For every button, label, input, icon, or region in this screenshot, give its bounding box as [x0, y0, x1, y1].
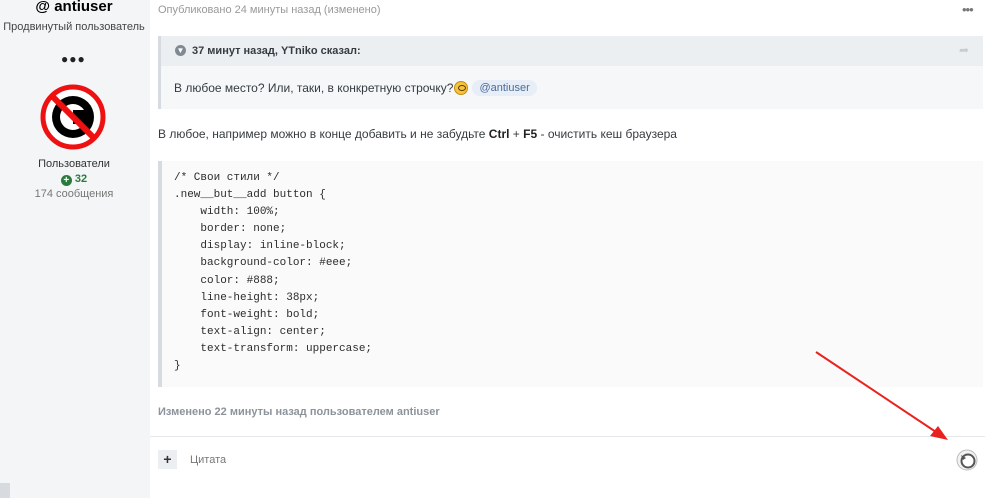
reputation-value: 32 [74, 173, 88, 185]
plus-circle-icon: + [60, 175, 72, 186]
quote-button[interactable]: Цитата [190, 454, 226, 466]
post-footer: + Цитата [150, 436, 985, 498]
key-ctrl: Ctrl [488, 127, 510, 141]
reaction-icon[interactable] [956, 449, 978, 471]
author-rank: Продвинутый пользователь [3, 21, 145, 33]
chevron-down-icon[interactable]: ▼ [175, 45, 186, 56]
reputation-badge: + 32 [0, 173, 148, 186]
edited-note: Изменено 22 минуты назад пользователем a… [158, 406, 440, 418]
quote-text: В любое место? Или, таки, в конкретную с… [174, 81, 454, 95]
reputation-label: Пользователи [38, 158, 110, 170]
author-username[interactable]: @ antiuser [0, 0, 148, 15]
post-text-after: - очистить кеш браузера [537, 127, 677, 141]
code-text: /* Свои стили */ .new__but__add button {… [174, 172, 373, 373]
quote-title: 37 минут назад, YTniko сказал: [192, 45, 361, 57]
post-content: Опубликовано 24 минуты назад (изменено) … [150, 0, 1000, 498]
rank-dots: ●●● [61, 52, 86, 66]
quote-block: ▼ 37 минут назад, YTniko сказал: ➦ В люб… [158, 36, 983, 109]
key-f5: F5 [523, 127, 538, 141]
avatar[interactable] [40, 84, 106, 150]
resize-handle[interactable] [0, 483, 10, 498]
page: @ antiuser Продвинутый пользователь ●●● … [0, 0, 1000, 498]
share-icon[interactable]: ➦ [959, 43, 969, 57]
post-count: 174 сообщения [34, 188, 114, 200]
mention-tag[interactable]: @antiuser [472, 80, 537, 96]
emoji-icon [454, 81, 469, 95]
quote-header[interactable]: ▼ 37 минут назад, YTniko сказал: ➦ [161, 36, 983, 66]
quote-text-line: В любое место? Или, таки, в конкретную с… [174, 80, 537, 96]
post-text-before: В любое, например можно в конце добавить… [158, 127, 489, 141]
post-text: В любое, например можно в конце добавить… [158, 127, 677, 141]
add-button[interactable]: + [158, 450, 177, 469]
code-block: /* Свои стили */ .new__but__add button {… [158, 161, 983, 387]
more-options-icon[interactable]: ••• [962, 2, 974, 17]
key-plus: + [509, 127, 524, 141]
post-meta[interactable]: Опубликовано 24 минуты назад (изменено) [158, 4, 381, 16]
author-panel: @ antiuser Продвинутый пользователь ●●● … [0, 0, 148, 498]
